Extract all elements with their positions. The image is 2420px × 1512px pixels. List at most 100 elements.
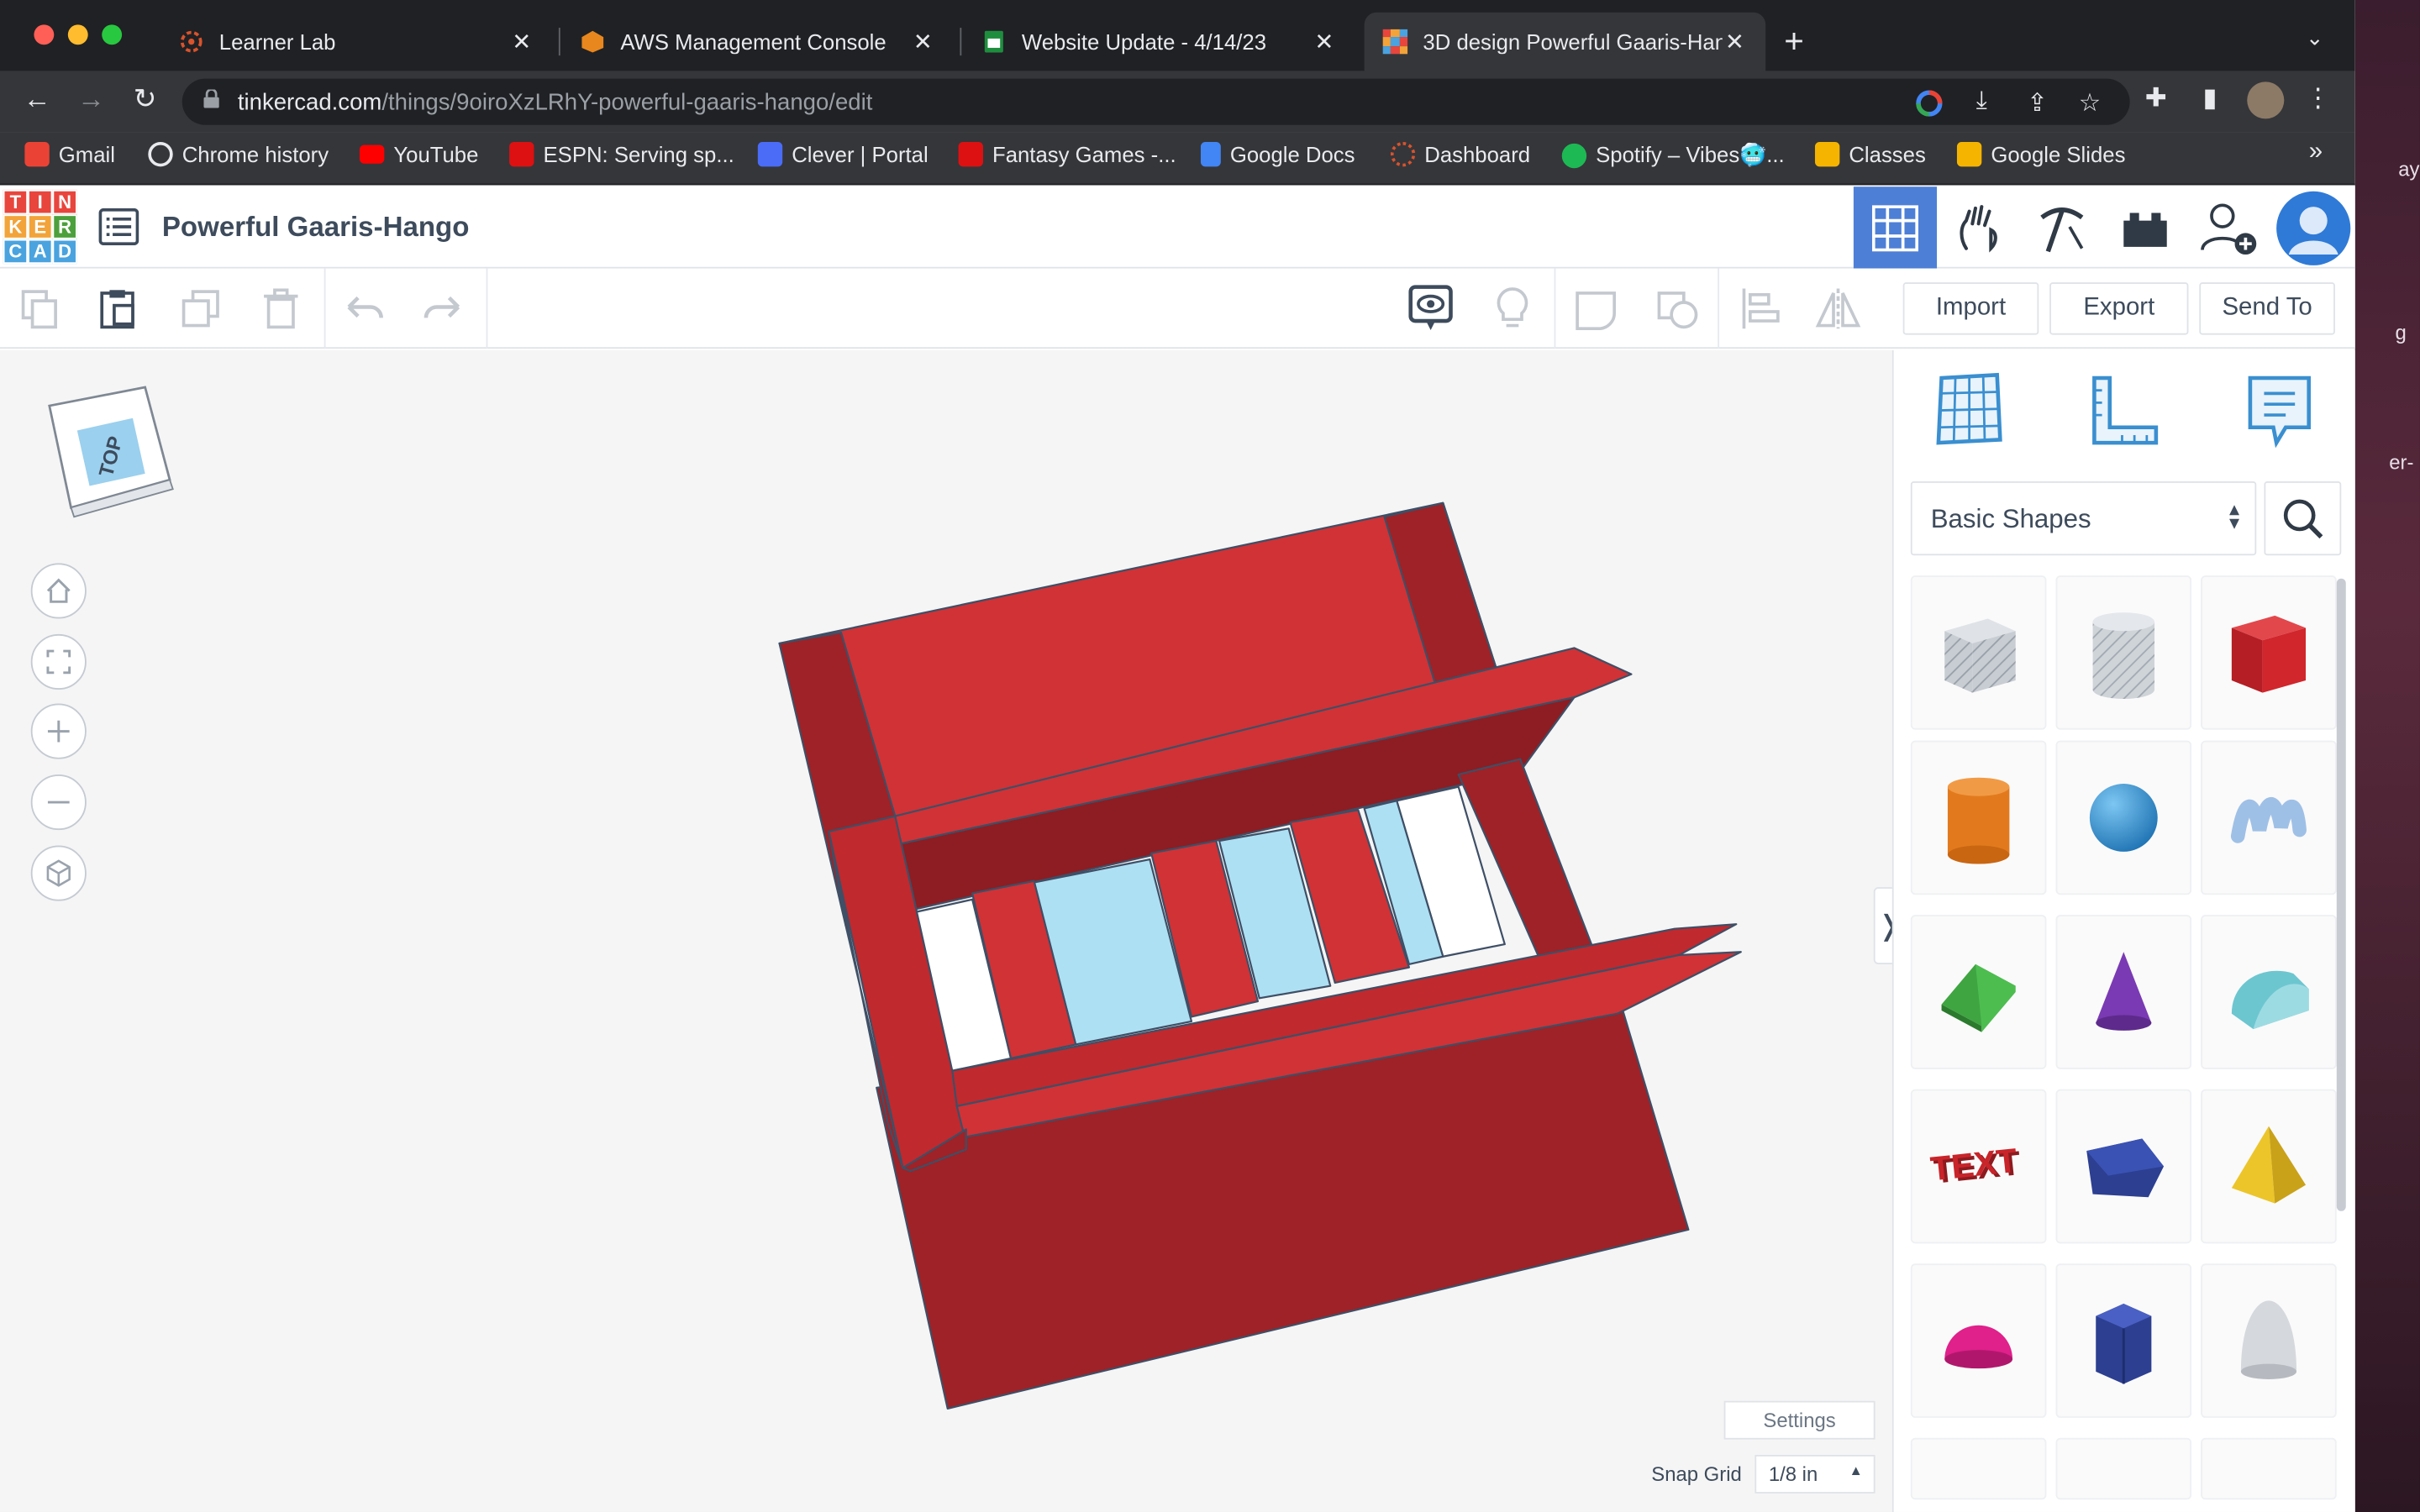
notes-icon[interactable]	[2243, 372, 2317, 449]
extensions-puzzle-icon[interactable]: ✚	[2139, 83, 2173, 114]
bookmark-google-docs[interactable]: Google Docs	[1200, 141, 1355, 167]
shape-pyramid[interactable]	[2201, 1089, 2337, 1244]
tab-title: AWS Management Console	[620, 29, 886, 55]
undo-button[interactable]	[339, 284, 389, 333]
bookmark-google-slides[interactable]: Google Slides	[1956, 141, 2125, 167]
google-lens-icon[interactable]	[1914, 88, 1945, 119]
forward-button[interactable]: →	[72, 83, 109, 116]
shape-search-button[interactable]	[2264, 481, 2342, 556]
install-icon[interactable]: ⤓	[1966, 88, 1997, 119]
shape-half-sphere[interactable]	[1910, 1263, 2047, 1418]
redo-button[interactable]	[418, 284, 468, 333]
close-tab-icon[interactable]: ✕	[1312, 28, 1336, 55]
round-roof-icon	[2231, 970, 2309, 1030]
shape-roof[interactable]	[1910, 915, 2047, 1069]
notes-button[interactable]	[1406, 284, 1455, 333]
3d-view-button[interactable]	[1853, 186, 1938, 269]
bookmark-label: Clever | Portal	[792, 141, 929, 167]
bookmark-fantasy-games[interactable]: Fantasy Games -...	[958, 141, 1176, 167]
polygon-icon	[2086, 1138, 2165, 1198]
address-bar[interactable]: tinkercad.com/things/9oiroXzLRhY-powerfu…	[182, 78, 2130, 125]
tab-search-chevron-icon[interactable]: ⌄	[2306, 24, 2324, 50]
close-tab-icon[interactable]: ✕	[911, 28, 935, 55]
tab-website-update[interactable]: Website Update - 4/14/23 ✕	[963, 13, 1355, 71]
back-button[interactable]: ←	[18, 83, 55, 116]
youtube-icon	[359, 144, 385, 164]
snap-grid-label: Snap Grid	[1651, 1462, 1742, 1486]
tinkercad-logo[interactable]: T I N K E R C A D	[3, 189, 77, 265]
shape-text[interactable]: TEXT TEXT	[1910, 1089, 2047, 1244]
bookmark-dashboard[interactable]: Dashboard	[1390, 141, 1530, 167]
shape-box-hole[interactable]	[1910, 575, 2047, 730]
invite-collaborator-button[interactable]	[2187, 186, 2270, 268]
shape-sphere[interactable]	[2055, 740, 2192, 895]
shape-partial[interactable]	[2201, 1437, 2337, 1500]
design-list-icon[interactable]	[98, 207, 139, 246]
close-window-button[interactable]	[34, 24, 55, 45]
bricks-button[interactable]	[2020, 186, 2103, 268]
3d-model[interactable]	[778, 501, 1742, 1410]
ruler-icon[interactable]	[2088, 372, 2162, 449]
shape-polygon[interactable]	[2055, 1089, 2192, 1244]
copy-button[interactable]	[15, 284, 65, 333]
send-to-button[interactable]: Send To	[2199, 282, 2335, 335]
snap-grid-select[interactable]: 1/8 in ▲	[1754, 1455, 1876, 1494]
bookmark-star-icon[interactable]: ☆	[2075, 88, 2106, 119]
new-tab-button[interactable]: +	[1784, 22, 1804, 62]
sim-lab-button[interactable]	[2103, 186, 2186, 268]
bookmark-chrome-history[interactable]: Chrome history	[148, 141, 329, 167]
shape-paraboloid[interactable]	[2201, 1263, 2337, 1418]
group-button[interactable]	[1571, 284, 1621, 333]
shape-cylinder-hole[interactable]	[2055, 575, 2192, 730]
export-button[interactable]: Export	[2049, 282, 2189, 335]
light-button[interactable]	[1488, 284, 1538, 333]
tab-aws[interactable]: AWS Management Console ✕	[562, 13, 955, 71]
delete-button[interactable]	[256, 284, 306, 333]
side-panel-icon[interactable]: ▮	[2193, 83, 2227, 114]
more-bookmarks-button[interactable]: »	[2309, 139, 2323, 166]
shape-partial[interactable]	[1910, 1437, 2047, 1500]
bookmark-classes[interactable]: Classes	[1814, 141, 1926, 167]
shape-box[interactable]	[2201, 575, 2337, 730]
profile-avatar-icon[interactable]	[2247, 81, 2285, 119]
duplicate-button[interactable]	[176, 284, 225, 333]
browser-toolbar: ← → ↻ tinkercad.com/things/9oiroXzLRhY-p…	[0, 71, 2355, 133]
user-profile-button[interactable]	[2272, 186, 2355, 268]
paste-button[interactable]	[94, 284, 144, 333]
bookmark-spotify[interactable]: Spotify – Vibes🥶...	[1561, 142, 1785, 168]
settings-button[interactable]: Settings	[1723, 1400, 1876, 1440]
panel-scrollbar[interactable]	[2336, 578, 2346, 1211]
close-tab-icon[interactable]: ✕	[509, 28, 534, 55]
close-tab-icon[interactable]: ✕	[1723, 28, 1747, 55]
import-button[interactable]: Import	[1902, 282, 2039, 335]
align-button[interactable]	[1734, 284, 1784, 333]
model-canvas[interactable]	[0, 350, 1892, 1512]
shape-prism[interactable]	[2055, 1263, 2192, 1418]
zoom-window-button[interactable]	[102, 24, 123, 45]
pickaxe-icon	[2040, 207, 2084, 252]
shape-partial[interactable]	[2055, 1437, 2192, 1500]
tab-tinkercad[interactable]: 3D design Powerful Gaaris-Hango ✕	[1364, 12, 1766, 71]
bookmark-espn[interactable]: ESPN: Serving sp...	[509, 141, 734, 167]
trash-icon	[264, 288, 298, 329]
chrome-menu-icon[interactable]: ⋮	[2302, 83, 2335, 114]
ungroup-button[interactable]	[1653, 284, 1702, 333]
workplane-icon[interactable]	[1933, 372, 2007, 449]
shape-scribble[interactable]	[2201, 740, 2337, 895]
bookmark-youtube[interactable]: YouTube	[359, 142, 478, 166]
minimize-window-button[interactable]	[67, 24, 88, 45]
design-title[interactable]: Powerful Gaaris-Hango	[162, 212, 470, 244]
workplane-viewport[interactable]: TOP ❭ Settings Snap Grid 1/8 in ▲	[0, 349, 1905, 1512]
shape-category-select[interactable]: Basic Shapes ▴ ▾	[1910, 481, 2257, 556]
mirror-button[interactable]	[1813, 284, 1863, 333]
shape-cone[interactable]	[2055, 915, 2192, 1069]
tab-learner-lab[interactable]: Learner Lab ✕	[160, 13, 553, 71]
blocks-button[interactable]	[1937, 186, 2020, 268]
shape-round-roof[interactable]	[2201, 915, 2337, 1069]
reload-button[interactable]: ↻	[127, 83, 164, 116]
bookmark-gmail[interactable]: Gmail	[24, 141, 115, 167]
tab-title: Learner Lab	[218, 29, 336, 55]
share-icon[interactable]: ⇪	[2022, 88, 2053, 119]
shape-cylinder[interactable]	[1910, 740, 2047, 895]
bookmark-clever[interactable]: Clever | Portal	[757, 141, 929, 167]
